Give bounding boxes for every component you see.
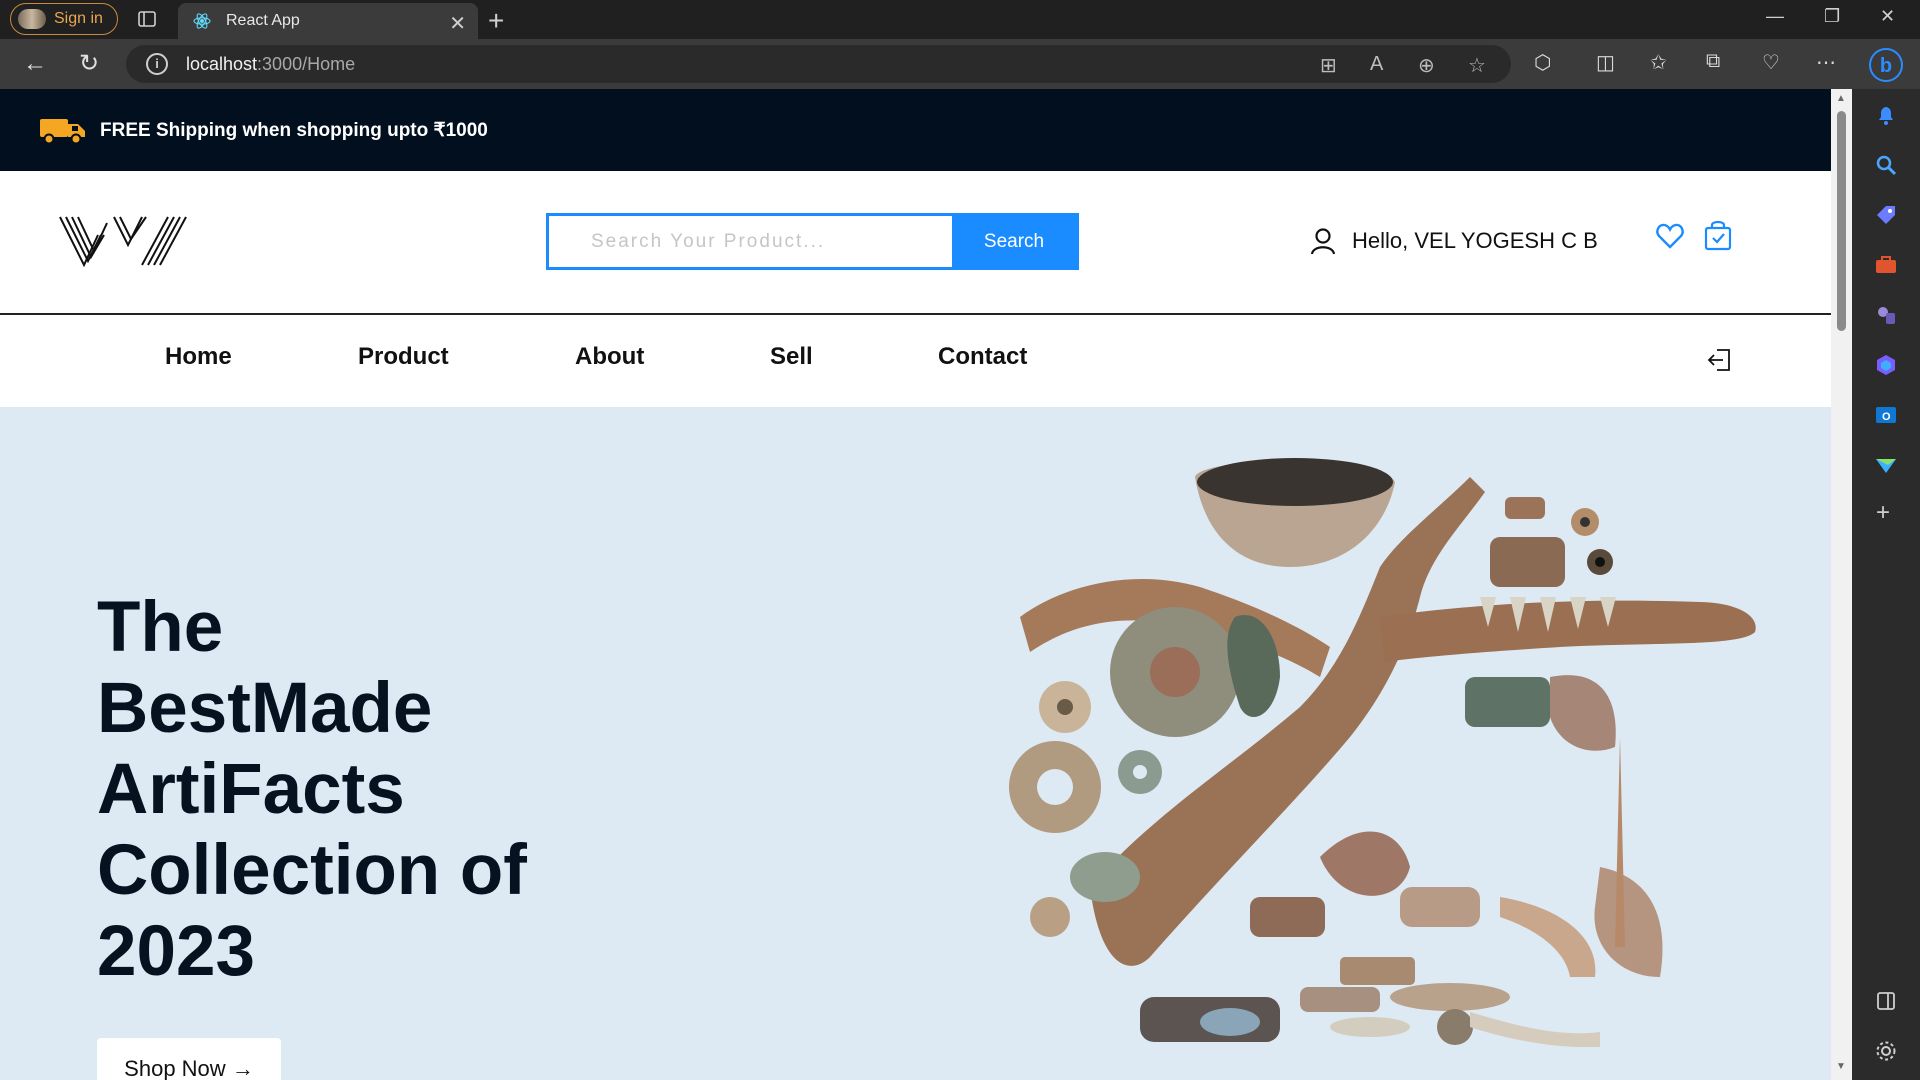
hero-section: The BestMade ArtiFacts Collection of 202… <box>0 407 1831 1080</box>
site-logo[interactable] <box>58 215 190 267</box>
url-text: localhost:3000/Home <box>186 54 356 74</box>
signin-label: Sign in <box>54 10 103 27</box>
tools-briefcase-icon[interactable] <box>1874 253 1898 277</box>
notifications-bell-icon[interactable] <box>1874 103 1898 127</box>
profile-avatar <box>18 9 46 29</box>
arrow-right-icon: → <box>231 1056 254 1080</box>
refresh-icon[interactable]: ↻ <box>74 49 104 79</box>
site-header: Search Hello, VEL YOGESH C B <box>0 171 1831 315</box>
profile-signin-button[interactable]: Sign in <box>10 3 118 35</box>
browser-essentials-icon[interactable]: ♡ <box>1762 50 1780 75</box>
nav-about[interactable]: About <box>575 343 644 371</box>
greeting-text: Hello, VEL YOGESH C B <box>1352 228 1598 253</box>
main-nav: Home Product About Sell Contact <box>0 315 1831 407</box>
scroll-up-icon[interactable]: ▲ <box>1836 93 1846 104</box>
read-aloud-icon[interactable]: A <box>1370 53 1383 76</box>
site-info-icon[interactable]: i <box>146 53 168 75</box>
web-page: FREE Shipping when shopping upto ₹1000 S… <box>0 89 1831 1080</box>
search-input[interactable] <box>549 216 952 267</box>
hide-sidebar-icon[interactable] <box>1874 989 1898 1013</box>
drop-send-icon[interactable] <box>1874 453 1898 477</box>
microsoft-365-icon[interactable] <box>1874 353 1898 377</box>
restore-icon[interactable]: ❐ <box>1824 6 1840 27</box>
collections-icon[interactable]: ⧉ <box>1706 50 1720 73</box>
extensions-icon[interactable]: ⬡ <box>1534 50 1551 75</box>
games-icon[interactable] <box>1874 303 1898 327</box>
tab-react-app[interactable]: React App ✕ <box>178 3 478 39</box>
url-field[interactable]: i localhost:3000/Home ⊞ A ⊕ ☆ <box>126 45 1511 83</box>
promo-banner: FREE Shipping when shopping upto ₹1000 <box>0 89 1831 171</box>
outlook-icon[interactable]: O <box>1874 403 1898 427</box>
tab-actions-icon[interactable] <box>137 9 157 29</box>
nav-product[interactable]: Product <box>358 343 449 371</box>
logout-icon[interactable] <box>1706 347 1732 373</box>
promo-text: FREE Shipping when shopping upto ₹1000 <box>100 119 488 141</box>
favorites-icon[interactable]: ✩ <box>1650 50 1667 75</box>
window-close-icon[interactable]: ✕ <box>1880 6 1895 27</box>
browser-tab-bar: Sign in React App ✕ + — ❐ ✕ <box>0 0 1920 39</box>
search-bar: Search <box>546 213 1079 270</box>
add-sidebar-app-icon[interactable]: + <box>1876 499 1890 527</box>
artifacts-collection-image <box>1009 458 1756 1047</box>
favorite-star-icon[interactable]: ☆ <box>1468 53 1486 78</box>
nav-contact[interactable]: Contact <box>938 343 1027 371</box>
page-scrollbar[interactable]: ▲ ▼ <box>1831 89 1852 1080</box>
minimize-icon[interactable]: — <box>1766 6 1784 27</box>
nav-home[interactable]: Home <box>165 343 232 371</box>
svg-text:O: O <box>1882 411 1891 423</box>
shopping-tag-icon[interactable] <box>1874 203 1898 227</box>
split-screen-icon[interactable]: ◫ <box>1596 50 1615 75</box>
user-icon <box>1310 228 1336 255</box>
back-icon[interactable]: ← <box>20 49 50 79</box>
shop-now-button[interactable]: Shop Now → <box>97 1038 281 1080</box>
edge-sidebar: O + <box>1852 89 1920 1080</box>
close-tab-icon[interactable]: ✕ <box>449 11 466 36</box>
tab-title: React App <box>226 12 300 29</box>
new-tab-icon[interactable]: + <box>488 5 504 37</box>
search-button[interactable]: Search <box>952 216 1076 267</box>
wishlist-heart-icon[interactable] <box>1656 223 1684 249</box>
sidebar-settings-gear-icon[interactable] <box>1874 1039 1898 1063</box>
app-available-icon[interactable]: ⊞ <box>1320 53 1337 78</box>
react-favicon-icon <box>193 13 211 29</box>
sidebar-search-icon[interactable] <box>1874 153 1898 177</box>
scroll-thumb[interactable] <box>1837 111 1846 331</box>
scroll-down-icon[interactable]: ▼ <box>1836 1061 1846 1072</box>
zoom-icon[interactable]: ⊕ <box>1418 53 1435 78</box>
browser-address-bar: ← ↻ i localhost:3000/Home ⊞ A ⊕ ☆ ⬡ ◫ ✩ … <box>0 39 1920 89</box>
settings-more-icon[interactable]: ⋯ <box>1816 50 1836 75</box>
hero-title: The BestMade ArtiFacts Collection of 202… <box>97 588 527 991</box>
user-greeting[interactable]: Hello, VEL YOGESH C B <box>1310 227 1598 255</box>
truck-icon <box>40 119 85 145</box>
svg-text:b: b <box>1880 55 1892 77</box>
nav-sell[interactable]: Sell <box>770 343 813 371</box>
shopping-bag-icon[interactable] <box>1704 219 1732 251</box>
copilot-bing-icon[interactable]: b <box>1868 47 1904 83</box>
